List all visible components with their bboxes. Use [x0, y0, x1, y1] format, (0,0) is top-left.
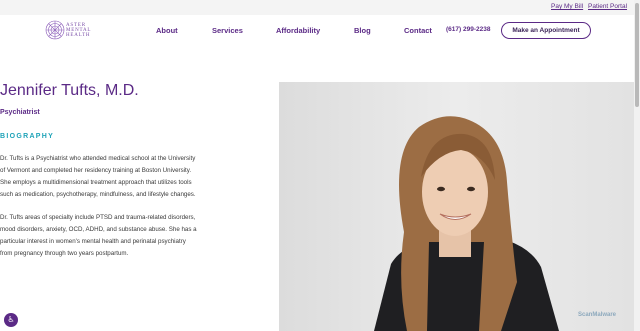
- bio-line: from pregnancy through two years postpar…: [0, 250, 129, 257]
- watermark-label: ScanMalware: [578, 312, 617, 318]
- bio-line: She employs a multidimensional treatment…: [0, 179, 192, 186]
- bio-line: of Vermont and completed her residency t…: [0, 167, 192, 174]
- bio-line: Dr. Tufts areas of specialty include PTS…: [0, 214, 196, 221]
- nav-item-blog[interactable]: Blog: [354, 26, 371, 35]
- page-title: Jennifer Tufts, M.D.: [0, 82, 139, 99]
- bio-line: mood disorders, anxiety, OCD, ADHD, and …: [0, 226, 197, 233]
- patient-portal-link[interactable]: Patient Portal: [588, 3, 627, 10]
- provider-photo: [279, 82, 634, 331]
- make-appointment-button[interactable]: Make an Appointment: [501, 22, 591, 39]
- nav-item-contact[interactable]: Contact: [404, 26, 432, 35]
- bio-line: particular interest in women's mental he…: [0, 238, 186, 245]
- main-navigation: ASTER MENTAL HEALTH About Services Affor…: [0, 15, 634, 47]
- accessibility-icon[interactable]: ♿: [4, 313, 18, 327]
- page-scrollbar[interactable]: [634, 0, 640, 331]
- utility-bar: Pay My Bill Patient Portal: [0, 0, 634, 15]
- nav-item-affordability[interactable]: Affordability: [276, 26, 320, 35]
- portrait-illustration: [279, 82, 634, 331]
- biography-heading: BIOGRAPHY: [0, 133, 55, 140]
- nav-item-services[interactable]: Services: [212, 26, 243, 35]
- provider-role: Psychiatrist: [0, 109, 40, 116]
- pay-bill-link[interactable]: Pay My Bill: [551, 3, 583, 10]
- site-logo[interactable]: ASTER MENTAL HEALTH: [44, 19, 99, 43]
- biography-paragraph-1: Dr. Tufts is a Psychiatrist who attended…: [0, 153, 230, 201]
- phone-link[interactable]: (617) 299-2238: [446, 26, 490, 33]
- bio-line: such as medication, psychotherapy, mindf…: [0, 191, 196, 198]
- logo-text-line3: HEALTH: [66, 33, 91, 38]
- aster-flower-icon: [45, 20, 65, 40]
- nav-item-about[interactable]: About: [156, 26, 178, 35]
- scrollbar-thumb[interactable]: [635, 3, 639, 107]
- bio-line: Dr. Tufts is a Psychiatrist who attended…: [0, 155, 196, 162]
- biography-paragraph-2: Dr. Tufts areas of specialty include PTS…: [0, 212, 230, 260]
